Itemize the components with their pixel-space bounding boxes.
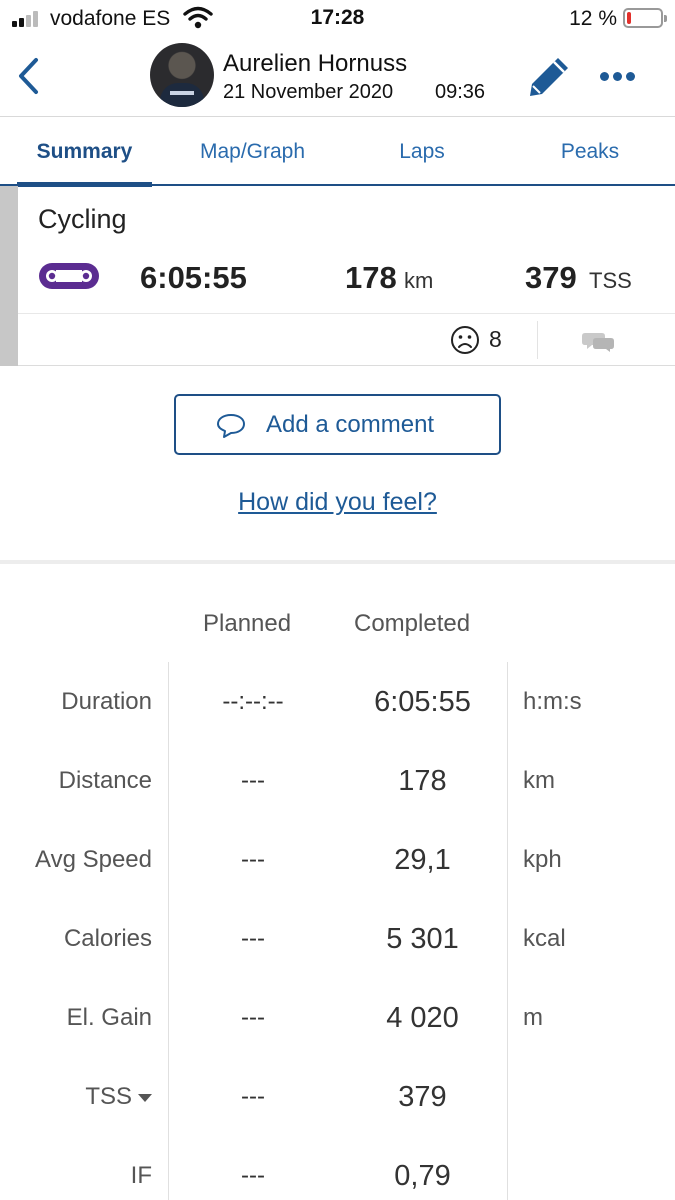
status-bar: vodafone ES 17:28 12 %	[0, 0, 675, 36]
stat-label: Avg Speed	[35, 846, 152, 873]
back-chevron-icon[interactable]	[14, 56, 42, 96]
stat-planned: --:--:--	[222, 688, 284, 715]
card-divider	[18, 313, 675, 314]
tab-laps[interactable]: Laps	[372, 117, 472, 185]
more-options-icon[interactable]	[600, 70, 636, 82]
stat-completed: 29,1	[394, 844, 451, 876]
stat-planned: ---	[241, 925, 265, 952]
tab-peaks[interactable]: Peaks	[540, 117, 640, 185]
edit-pencil-icon[interactable]	[526, 54, 572, 100]
summary-distance-unit: km	[404, 268, 434, 293]
sport-type: Cycling	[38, 204, 127, 234]
workout-tabs: Summary Map/Graph Laps Peaks	[0, 116, 675, 187]
card-vertical-divider	[537, 321, 538, 359]
stat-label: El. Gain	[66, 1004, 152, 1031]
feeling-value: 8	[489, 326, 502, 352]
stat-row-if: IF --- 0,79	[0, 1160, 675, 1200]
stat-row-tss: TSS --- 379	[0, 1081, 675, 1143]
stat-label: TSS	[85, 1083, 132, 1110]
stat-unit: m	[523, 1004, 543, 1031]
battery-icon	[623, 8, 667, 28]
stat-unit: h:m:s	[523, 688, 582, 715]
stat-planned: ---	[241, 846, 265, 873]
summary-tss: 379	[525, 260, 577, 295]
completed-column-header: Completed	[354, 610, 471, 637]
workout-time: 09:36	[435, 81, 486, 103]
battery-percent: 12 %	[569, 7, 617, 30]
bike-chain-icon	[39, 263, 99, 289]
stat-completed: 5 301	[386, 923, 459, 955]
workout-summary-card[interactable]: Cycling 6:05:55 178 km 379 TSS 8	[0, 186, 675, 366]
stat-completed: 0,79	[394, 1160, 451, 1192]
stat-completed: 6:05:55	[374, 686, 471, 718]
athlete-avatar[interactable]	[150, 43, 214, 107]
stat-planned: ---	[241, 1004, 265, 1031]
frown-face-icon[interactable]	[450, 325, 480, 355]
add-comment-label: Add a comment	[266, 411, 435, 438]
stat-planned: ---	[241, 1162, 265, 1189]
add-comment-button[interactable]: Add a comment	[174, 394, 501, 455]
summary-duration: 6:05:55	[140, 260, 247, 295]
stat-unit: kcal	[523, 925, 566, 952]
stat-unit: km	[523, 767, 555, 794]
stat-planned: ---	[241, 767, 265, 794]
summary-tss-unit: TSS	[589, 268, 632, 293]
stat-completed: 379	[398, 1081, 447, 1113]
stat-label: Duration	[61, 688, 152, 715]
stat-completed: 4 020	[386, 1002, 459, 1034]
workout-date: 21 November 2020	[223, 81, 394, 103]
card-accent-bar	[0, 186, 18, 366]
stat-label: Calories	[63, 925, 152, 952]
stat-unit: kph	[523, 846, 562, 873]
stat-row-avg-speed: Avg Speed --- 29,1 kph	[0, 844, 675, 906]
summary-distance: 178	[345, 260, 397, 295]
stat-row-elevation-gain: El. Gain --- 4 020 m	[0, 1002, 675, 1064]
stat-row-duration: Duration --:--:-- 6:05:55 h:m:s	[0, 686, 675, 748]
chat-bubbles-icon[interactable]	[582, 330, 614, 352]
planned-column-header: Planned	[203, 610, 292, 637]
section-separator	[0, 560, 675, 564]
stat-label: Distance	[58, 767, 152, 794]
workout-header: Aurelien Hornuss 21 November 2020 09:36	[0, 36, 675, 116]
tss-metric-selector[interactable]: TSS	[85, 1083, 152, 1111]
battery-level	[627, 12, 631, 24]
stat-planned: ---	[241, 1083, 265, 1110]
stat-row-distance: Distance --- 178 km	[0, 765, 675, 827]
caret-down-icon	[138, 1093, 152, 1102]
athlete-name: Aurelien Hornuss	[223, 50, 408, 77]
how-did-you-feel-link[interactable]: How did you feel?	[0, 488, 675, 517]
tab-summary[interactable]: Summary	[17, 117, 152, 187]
tab-map-graph[interactable]: Map/Graph	[180, 117, 325, 185]
stat-row-calories: Calories --- 5 301 kcal	[0, 923, 675, 985]
comment-bubble-icon	[217, 414, 245, 438]
stat-label: IF	[130, 1162, 152, 1189]
stat-completed: 178	[398, 765, 447, 797]
